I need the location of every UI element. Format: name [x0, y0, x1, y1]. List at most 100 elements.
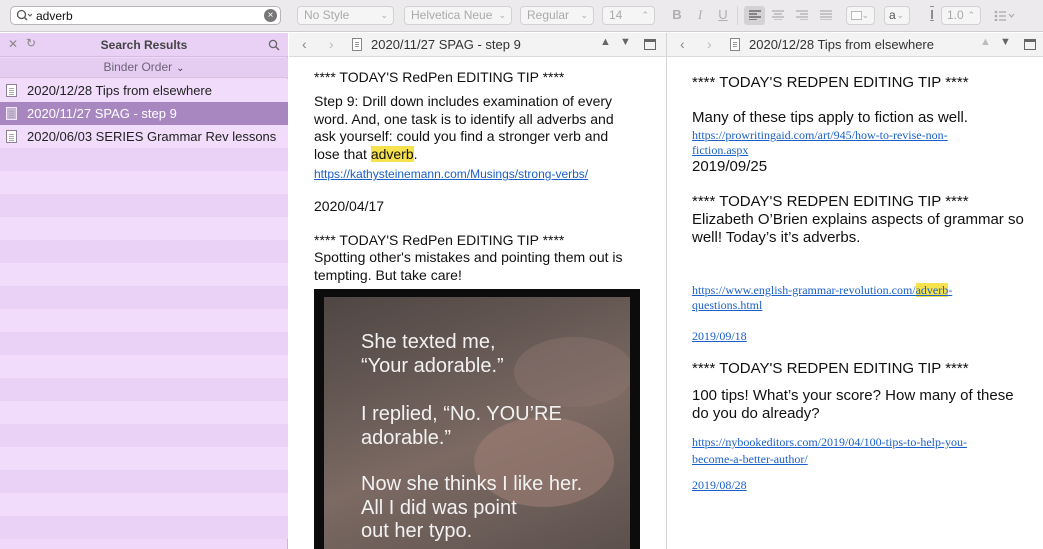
align-center-button[interactable]	[768, 6, 788, 25]
tip-text: .	[413, 145, 418, 162]
date-text: 2019/09/25	[692, 158, 768, 175]
binder-sidebar: ✕ ↻ Search Results Binder Order ⌄ 2020/12…	[0, 33, 288, 549]
editor-title: 2020/11/27 SPAG - step 9	[371, 37, 521, 52]
empty-row	[0, 217, 288, 240]
align-left-button[interactable]	[744, 6, 765, 25]
stepper-icon: ⌃	[967, 10, 975, 20]
editor-header-1: ‹ › 2020/11/27 SPAG - step 9 ▲ ▼	[289, 33, 666, 57]
date-link[interactable]: 2019/08/28	[692, 478, 747, 493]
split-view-icon[interactable]	[1024, 39, 1036, 50]
search-input[interactable]: adverb	[36, 9, 73, 23]
tip-paragraph: Spotting other's mistakes and pointing t…	[314, 249, 623, 283]
clear-search-icon[interactable]: ×	[264, 9, 277, 22]
underline-button[interactable]: U	[715, 6, 731, 25]
search-icon[interactable]	[268, 39, 280, 51]
search-result-label: 2020/12/28 Tips from elsewhere	[27, 83, 212, 98]
binder-order-label: Binder Order	[103, 60, 173, 74]
forward-arrow-icon[interactable]: ›	[707, 36, 712, 52]
tip-heading: **** TODAY'S REDPEN EDITING TIP ****	[692, 360, 969, 377]
font-weight-select[interactable]: Regular ⌄	[520, 6, 594, 25]
meme-caption-line: adorable.”	[361, 427, 452, 449]
document-icon	[730, 38, 740, 51]
split-view-icon[interactable]	[644, 39, 656, 50]
tip-link[interactable]: https://prowritingaid.com/art/945/how-to…	[692, 128, 992, 158]
forward-arrow-icon[interactable]: ›	[329, 36, 334, 52]
highlight-color-well[interactable]: a ⌄	[884, 6, 910, 25]
search-field[interactable]: adverb ×	[10, 6, 281, 25]
meme-caption-line: She texted me,	[361, 331, 496, 353]
next-document-icon[interactable]: ▼	[620, 36, 631, 48]
back-arrow-icon[interactable]: ‹	[680, 36, 685, 52]
document-icon	[6, 130, 17, 143]
stepper-icon: ⌃	[641, 10, 649, 20]
toolbar-divider	[737, 6, 738, 25]
line-spacing-value: 1.0	[947, 8, 964, 22]
editor-title: 2020/12/28 Tips from elsewhere	[749, 37, 934, 52]
binder-title: Search Results	[100, 38, 188, 52]
tip-paragraph: Elizabeth O’Brien explains aspects of gr…	[692, 211, 1024, 246]
empty-row	[0, 355, 288, 378]
search-highlight: adverb	[370, 145, 414, 162]
tip-heading: **** TODAY'S RedPen EDITING TIP ****	[314, 232, 565, 248]
font-weight-value: Regular	[527, 8, 570, 22]
font-family-select[interactable]: Helvetica Neue ⌄	[404, 6, 512, 25]
tip-link[interactable]: https://nybookeditors.com/2019/04/100-ti…	[692, 434, 992, 468]
tip-heading: **** TODAY'S REDPEN EDITING TIP ****	[692, 74, 969, 91]
editor-header-2: ‹ › 2020/12/28 Tips from elsewhere ▲ ▼	[667, 33, 1043, 57]
font-family-value: Helvetica Neue	[411, 8, 493, 22]
editor-pane-1[interactable]: **** TODAY'S RedPen EDITING TIP **** Ste…	[289, 58, 666, 549]
chevron-down-icon: ⌄	[896, 10, 904, 20]
search-result-item[interactable]: 2020/06/03 SERIES Grammar Rev lessons	[0, 125, 288, 148]
text-color-well[interactable]: ⌄	[846, 6, 875, 25]
chevron-down-icon: ⌄	[861, 10, 869, 20]
next-document-icon[interactable]: ▼	[1000, 36, 1011, 48]
bold-button[interactable]: B	[669, 6, 685, 25]
document-icon	[6, 84, 17, 97]
meme-caption-line: All I did was point	[361, 497, 517, 519]
list-style-button[interactable]	[994, 6, 1022, 25]
empty-row	[0, 240, 288, 263]
empty-row	[0, 424, 288, 447]
empty-row	[0, 470, 288, 493]
editor-pane-2[interactable]: **** TODAY'S REDPEN EDITING TIP **** Man…	[667, 58, 1043, 549]
chevron-down-icon: ⌄	[580, 10, 588, 20]
empty-row	[0, 171, 288, 194]
search-result-item-selected[interactable]: 2020/11/27 SPAG - step 9	[0, 102, 288, 125]
align-right-icon	[796, 10, 808, 20]
meme-caption-line: out her typo.	[361, 520, 473, 542]
tip-link[interactable]: https://kathysteinemann.com/Musings/stro…	[314, 167, 588, 181]
back-arrow-icon[interactable]: ‹	[302, 36, 307, 52]
italic-button[interactable]: I	[693, 6, 707, 25]
search-icon	[16, 9, 32, 21]
previous-document-icon[interactable]: ▲	[980, 36, 991, 48]
chevron-down-icon: ⌄	[498, 10, 506, 20]
binder-order-menu[interactable]: Binder Order ⌄	[0, 58, 288, 78]
empty-row	[0, 286, 288, 309]
font-size-field[interactable]: 14 ⌃	[602, 6, 655, 25]
search-highlight: adverb	[915, 283, 949, 297]
tip-paragraph: Many of these tips apply to fiction as w…	[692, 109, 968, 126]
chevron-down-icon: ⌄	[380, 10, 388, 20]
tip-link[interactable]: https://www.english-grammar-revolution.c…	[692, 283, 992, 313]
tip-paragraph: Step 9: Drill down includes examination …	[314, 93, 634, 163]
meme-caption-line: Now she thinks I like her.	[361, 473, 583, 495]
empty-row	[0, 309, 288, 332]
link-text: https://www.english-grammar-revolution.c…	[692, 283, 916, 297]
tip-text: Step 9: Drill down includes examination …	[314, 93, 614, 162]
empty-row	[0, 148, 288, 171]
tip-heading: **** TODAY'S REDPEN EDITING TIP ****	[692, 193, 969, 210]
empty-row	[0, 447, 288, 470]
search-result-item[interactable]: 2020/12/28 Tips from elsewhere	[0, 79, 288, 102]
align-left-icon	[748, 10, 761, 20]
align-right-button[interactable]	[792, 6, 812, 25]
empty-row	[0, 332, 288, 355]
format-toolbar: adverb × No Style ⌄ Helvetica Neue ⌄ Reg…	[0, 0, 1043, 32]
line-spacing-select[interactable]: 1.0 ⌃	[941, 6, 981, 25]
justify-icon	[820, 10, 832, 20]
justify-button[interactable]	[816, 6, 836, 25]
style-select[interactable]: No Style ⌄	[297, 6, 394, 25]
previous-document-icon[interactable]: ▲	[600, 36, 611, 48]
empty-row	[0, 378, 288, 401]
date-link[interactable]: 2019/09/18	[692, 329, 747, 344]
tip-paragraph: 100 tips! What’s your score? How many of…	[692, 387, 1014, 422]
